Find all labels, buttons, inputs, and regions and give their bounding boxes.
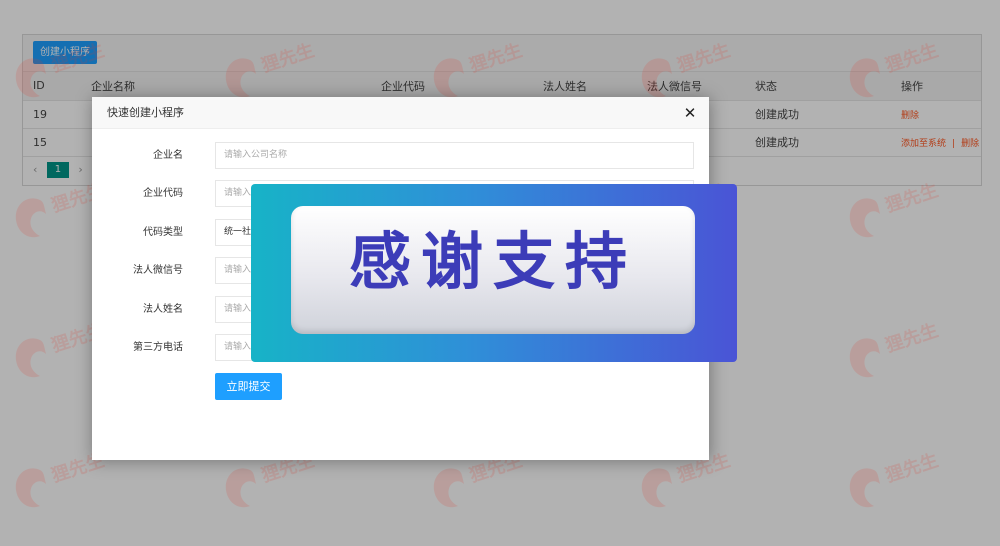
modal-title: 快速创建小程序 bbox=[92, 97, 709, 129]
thanks-banner-card: 感谢支持 bbox=[291, 206, 695, 334]
legal-name-label: 法人姓名 bbox=[143, 304, 183, 315]
thanks-banner: 感谢支持 bbox=[251, 184, 737, 362]
third-party-phone-label: 第三方电话 bbox=[133, 342, 183, 353]
submit-button[interactable]: 立即提交 bbox=[215, 373, 282, 400]
code-type-label: 代码类型 bbox=[143, 227, 183, 238]
company-code-label: 企业代码 bbox=[143, 188, 183, 199]
legal-wechat-label: 法人微信号 bbox=[133, 265, 183, 276]
thanks-banner-text: 感谢支持 bbox=[348, 225, 637, 298]
close-icon[interactable]: ✕ bbox=[683, 106, 697, 121]
company-name-label: 企业名 bbox=[153, 150, 183, 161]
company-name-input[interactable]: 请输入公司名称 bbox=[215, 142, 694, 169]
form-row-company-name: 企业名 请输入公司名称 bbox=[92, 142, 709, 169]
